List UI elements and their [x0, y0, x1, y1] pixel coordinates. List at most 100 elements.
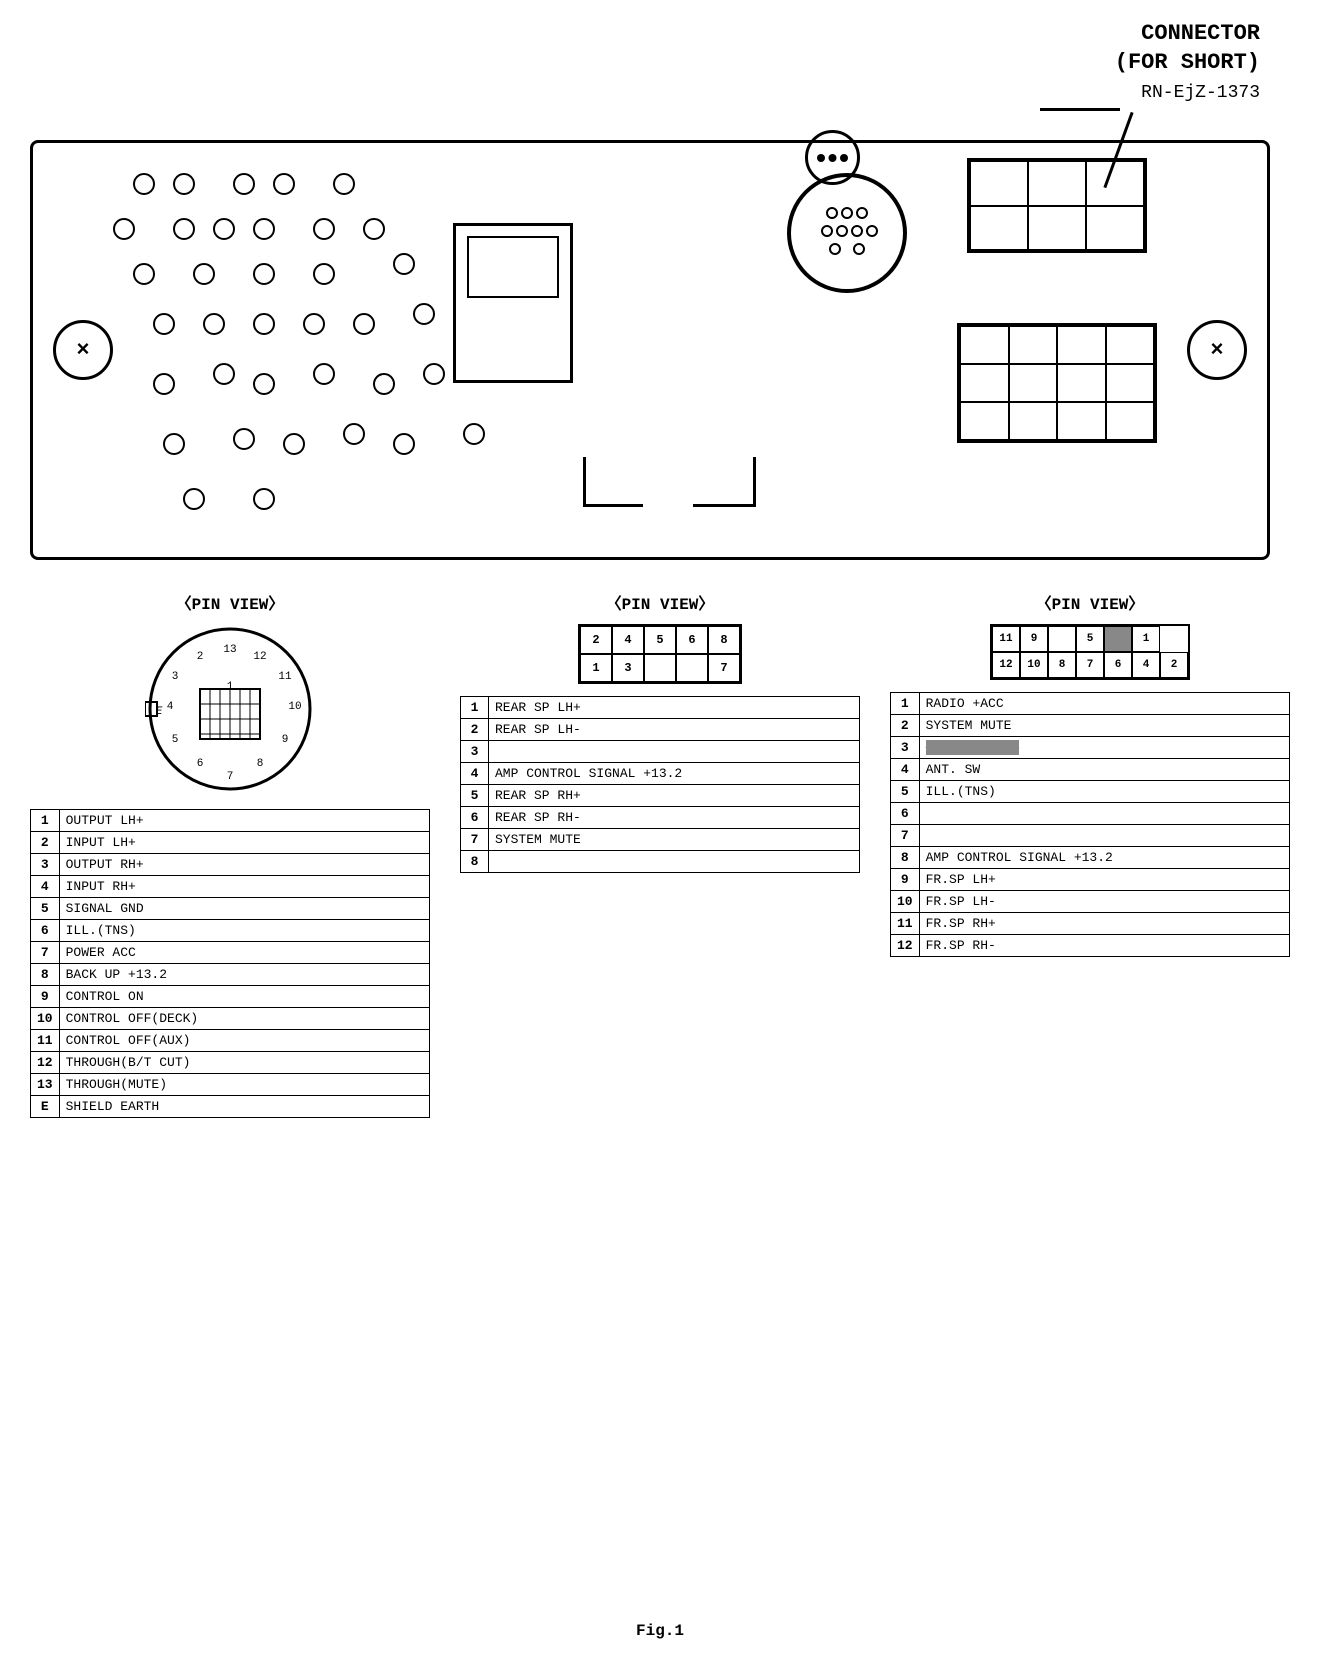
- table-row: 4INPUT RH+: [31, 876, 430, 898]
- pin-number: 7: [891, 825, 920, 847]
- pin-label: FR.SP LH+: [919, 869, 1289, 891]
- pin-label: BACK UP +13.2: [59, 964, 429, 986]
- device-diagram: [30, 140, 1270, 560]
- vent-dot: [253, 373, 275, 395]
- table-row: 1RADIO +ACC: [891, 693, 1290, 715]
- pin-label: ANT. SW: [919, 759, 1289, 781]
- table-row: 10CONTROL OFF(DECK): [31, 1008, 430, 1030]
- svg-text:3: 3: [172, 671, 179, 683]
- pin-number: 8: [891, 847, 920, 869]
- pin-number: 13: [31, 1074, 60, 1096]
- svg-text:9: 9: [282, 734, 289, 746]
- vent-dot: [173, 218, 195, 240]
- table-row: 7SYSTEM MUTE: [461, 829, 860, 851]
- pin-number: 3: [461, 741, 489, 763]
- table-row: 9FR.SP LH+: [891, 869, 1290, 891]
- table-row: 11CONTROL OFF(AUX): [31, 1030, 430, 1052]
- table-row: 6REAR SP RH-: [461, 807, 860, 829]
- pin-label: BACK UP+13.2: [919, 737, 1289, 759]
- pin-number: 1: [461, 697, 489, 719]
- vent-dot: [313, 218, 335, 240]
- wire-trace2: [693, 504, 753, 507]
- vent-dot: [113, 218, 135, 240]
- pin-number: 11: [31, 1030, 60, 1052]
- din-connector: [787, 173, 907, 293]
- scratched-text: BACK UP+13.2: [926, 740, 1020, 755]
- pin-number: 3: [31, 854, 60, 876]
- pin-number: 3: [891, 737, 920, 759]
- pin-label: INPUT LH+: [59, 832, 429, 854]
- table-row: 5SIGNAL GND: [31, 898, 430, 920]
- pin-label: THROUGH(B/T CUT): [59, 1052, 429, 1074]
- table-row: 12FR.SP RH-: [891, 935, 1290, 957]
- speaker-left-icon: [53, 320, 113, 380]
- pin-label: ILL.(TNS): [919, 781, 1289, 803]
- table-row: 7POWER ACC: [31, 942, 430, 964]
- pin-number: 2: [461, 719, 489, 741]
- table-row: 3OUTPUT RH+: [31, 854, 430, 876]
- vent-dot: [183, 488, 205, 510]
- vent-dot: [343, 423, 365, 445]
- vent-dot: [313, 363, 335, 385]
- table-row: 8AMP CONTROL SIGNAL +13.2: [891, 847, 1290, 869]
- pin-view-middle-title: 〈PIN VIEW〉: [460, 590, 860, 614]
- pin-label: CONTROL ON: [59, 986, 429, 1008]
- vent-dot: [353, 313, 375, 335]
- pin-label: OUTPUT RH+: [59, 854, 429, 876]
- vent-dot: [283, 433, 305, 455]
- vent-dot: [273, 173, 295, 195]
- table-row: 9CONTROL ON: [31, 986, 430, 1008]
- pin-number: 5: [31, 898, 60, 920]
- pin-label: AMP CONTROL SIGNAL +13.2: [919, 847, 1289, 869]
- table-row: 10FR.SP LH-: [891, 891, 1290, 913]
- vent-dot: [373, 373, 395, 395]
- pin-number: 6: [891, 803, 920, 825]
- table-row: 2SYSTEM MUTE: [891, 715, 1290, 737]
- pin-label: [489, 851, 860, 873]
- pin-label: REAR SP RH+: [489, 785, 860, 807]
- svg-text:E: E: [156, 706, 163, 718]
- header-subtitle: (FOR SHORT): [1115, 49, 1260, 78]
- pin-label: SIGNAL GND: [59, 898, 429, 920]
- svg-text:12: 12: [253, 651, 266, 663]
- vent-dot: [233, 428, 255, 450]
- pin-views-section: 〈PIN VIEW〉 13 12 11 10 9 8 7 6 5 4 3 2 1: [30, 590, 1290, 1118]
- pin-number: 1: [31, 810, 60, 832]
- vent-dot: [253, 263, 275, 285]
- fig-label: Fig.1: [636, 1622, 684, 1640]
- pin-table-right: 1RADIO +ACC2SYSTEM MUTE3BACK UP+13.24ANT…: [890, 692, 1290, 957]
- pin-number: 8: [31, 964, 60, 986]
- circular-pin-diagram-container: 13 12 11 10 9 8 7 6 5 4 3 2 1: [30, 624, 430, 809]
- pin-label: FR.SP RH+: [919, 913, 1289, 935]
- vent-dot: [213, 363, 235, 385]
- pin-label: SYSTEM MUTE: [489, 829, 860, 851]
- pin-number: 4: [31, 876, 60, 898]
- pin-label: [489, 741, 860, 763]
- table-row: 7: [891, 825, 1290, 847]
- pin-label: REAR SP LH+: [489, 697, 860, 719]
- pin-label: OUTPUT LH+: [59, 810, 429, 832]
- header-model: RN-EjZ-1373: [1115, 83, 1260, 103]
- vent-dot: [193, 263, 215, 285]
- pin-number: 2: [31, 832, 60, 854]
- pin-number: 12: [31, 1052, 60, 1074]
- vent-dot: [423, 363, 445, 385]
- table-row: ESHIELD EARTH: [31, 1096, 430, 1118]
- pin-view-left: 〈PIN VIEW〉 13 12 11 10 9 8 7 6 5 4 3 2 1: [30, 590, 430, 1118]
- pin-label: CONTROL OFF(AUX): [59, 1030, 429, 1052]
- vent-dot: [203, 313, 225, 335]
- wire-trace-v2: [753, 457, 756, 507]
- pin-view-right-title: 〈PIN VIEW〉: [890, 590, 1290, 614]
- table-row: 6: [891, 803, 1290, 825]
- pin-label: RADIO +ACC: [919, 693, 1289, 715]
- vent-dot: [233, 173, 255, 195]
- vent-dot: [313, 263, 335, 285]
- vent-dot: [133, 263, 155, 285]
- pin-view-right: 〈PIN VIEW〉 11 9 5 9* 1 12 10 8 7 6: [890, 590, 1290, 957]
- table-row: 4AMP CONTROL SIGNAL +13.2: [461, 763, 860, 785]
- vent-dot: [173, 173, 195, 195]
- table-row: 2REAR SP LH-: [461, 719, 860, 741]
- table-row: 11FR.SP RH+: [891, 913, 1290, 935]
- pin-label: ILL.(TNS): [59, 920, 429, 942]
- pin-label: FR.SP LH-: [919, 891, 1289, 913]
